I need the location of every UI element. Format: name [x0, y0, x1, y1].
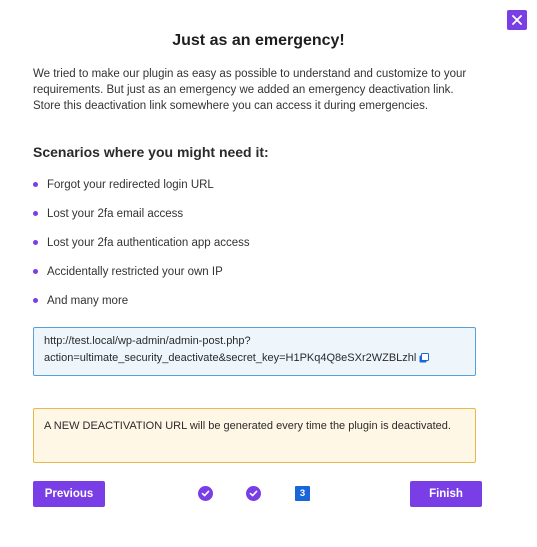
intro-paragraph-store: Store this deactivation link somewhere y… [33, 100, 429, 112]
bullet-icon [33, 211, 38, 216]
step-2-complete [246, 486, 261, 501]
bullet-icon [33, 298, 38, 303]
deactivation-url-box[interactable]: http://test.local/wp-admin/admin-post.ph… [33, 327, 476, 376]
scenario-label: Lost your 2fa email access [47, 208, 184, 220]
scenarios-title: Scenarios where you might need it: [33, 144, 269, 160]
check-icon [201, 490, 210, 497]
list-item: And many more [33, 292, 250, 321]
finish-button[interactable]: Finish [410, 481, 482, 507]
step-1-complete [198, 486, 213, 501]
deactivation-url-line1: http://test.local/wp-admin/admin-post.ph… [44, 335, 251, 347]
check-icon [249, 490, 258, 497]
list-item: Lost your 2fa authentication app access [33, 234, 250, 263]
scenario-label: Accidentally restricted your own IP [47, 266, 223, 278]
regeneration-notice: A NEW DEACTIVATION URL will be generated… [33, 408, 476, 463]
close-button[interactable] [507, 10, 527, 30]
bullet-icon [33, 269, 38, 274]
deactivation-url-line2: action=ultimate_security_deactivate&secr… [44, 350, 465, 369]
list-item: Forgot your redirected login URL [33, 176, 250, 205]
list-item: Accidentally restricted your own IP [33, 263, 250, 292]
deactivation-modal: Just as an emergency! We tried to make o… [0, 0, 537, 547]
scenarios-list: Forgot your redirected login URL Lost yo… [33, 176, 250, 321]
bullet-icon [33, 240, 38, 245]
step-3-current: 3 [295, 486, 310, 501]
bullet-icon [33, 182, 38, 187]
copy-icon[interactable] [419, 352, 430, 369]
deactivation-url-text: action=ultimate_security_deactivate&secr… [44, 352, 417, 364]
list-item: Lost your 2fa email access [33, 205, 250, 234]
dialog-title: Just as an emergency! [172, 32, 345, 49]
intro-text: We tried to make our plugin as easy as p… [33, 66, 483, 114]
intro-paragraph: We tried to make our plugin as easy as p… [33, 68, 467, 96]
close-icon [512, 15, 522, 25]
scenario-label: Forgot your redirected login URL [47, 179, 214, 191]
scenario-label: And many more [47, 295, 129, 307]
previous-button[interactable]: Previous [33, 481, 105, 507]
scenario-label: Lost your 2fa authentication app access [47, 237, 250, 249]
